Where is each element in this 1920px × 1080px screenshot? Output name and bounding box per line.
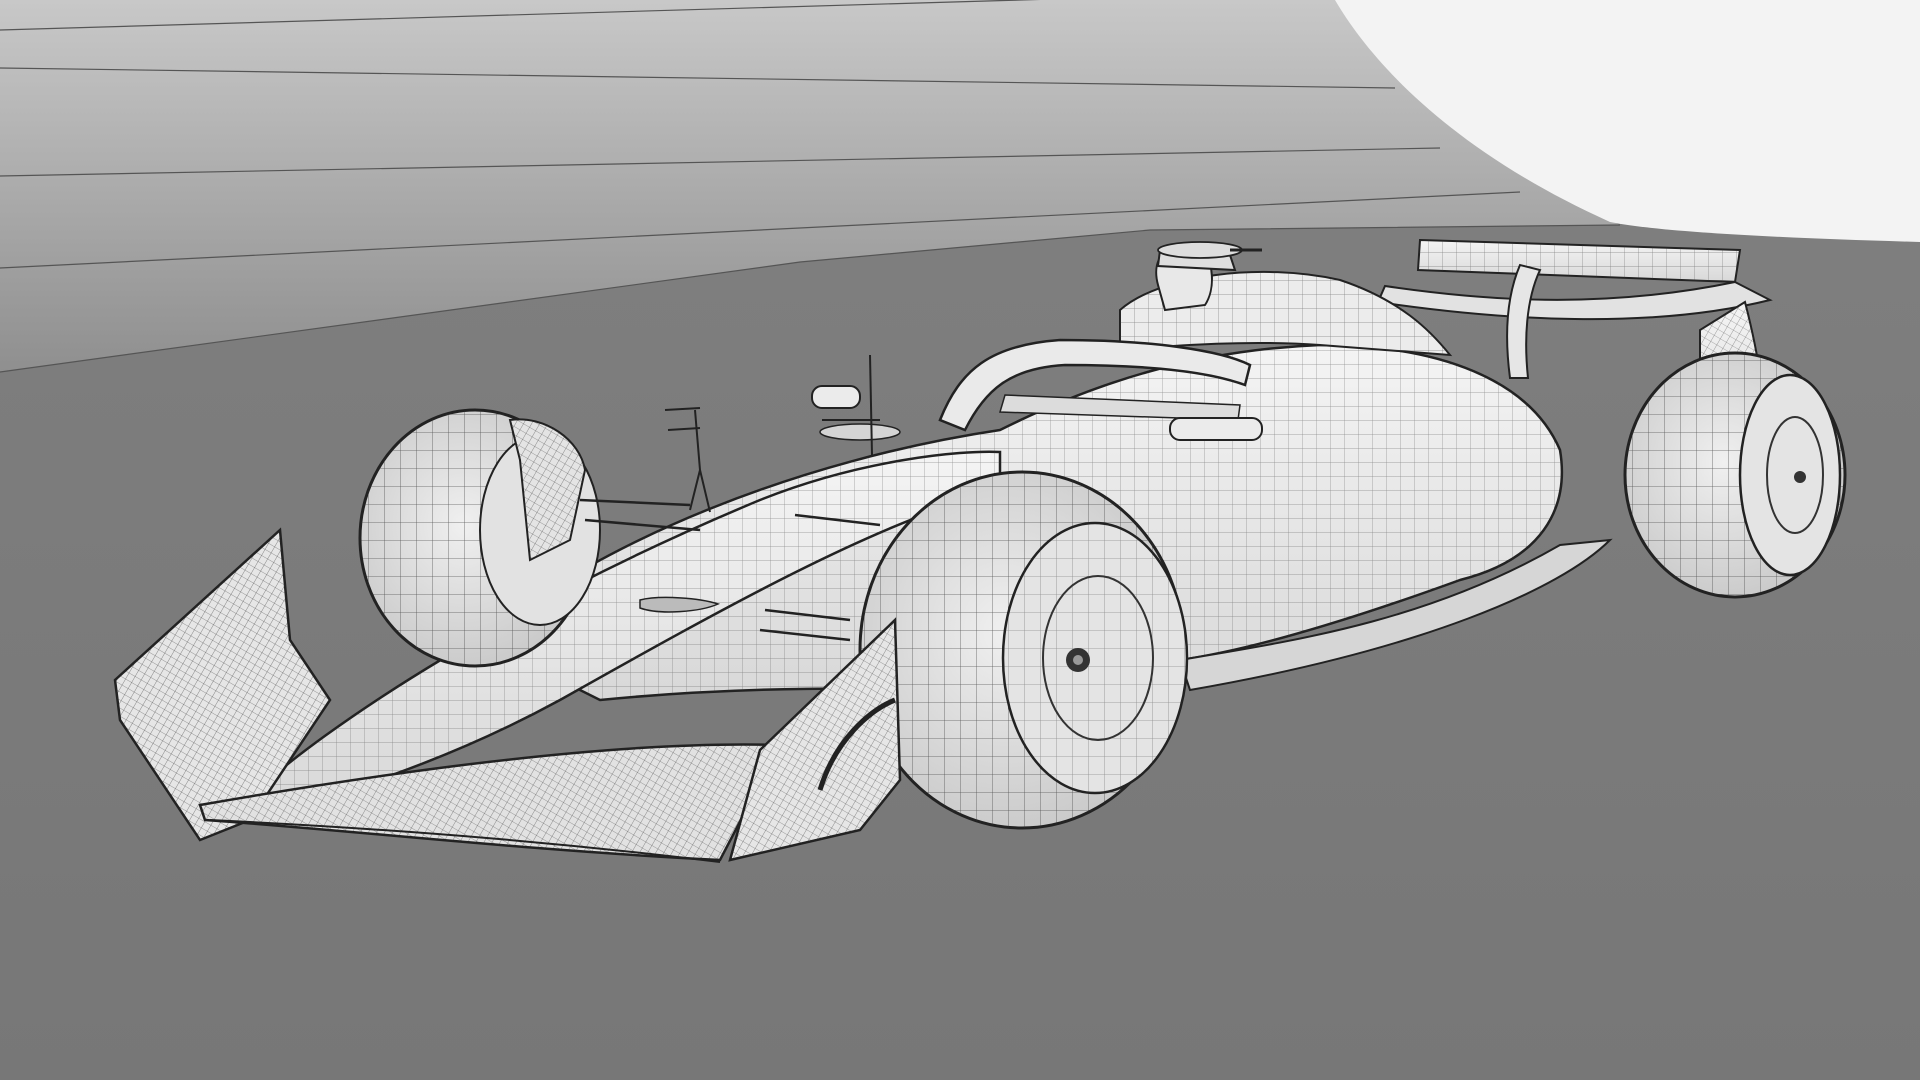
rear-right-tire[interactable] [1623, 351, 1847, 599]
viewport-canvas[interactable] [0, 0, 1920, 1080]
front-right-tire[interactable] [858, 470, 1189, 830]
mirror-right [1169, 417, 1263, 441]
